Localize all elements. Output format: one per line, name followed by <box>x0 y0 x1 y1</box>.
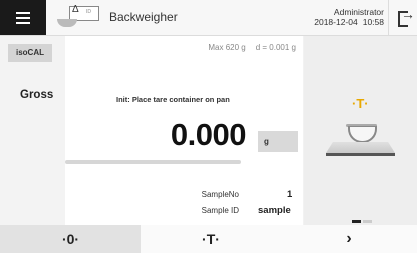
tare-container-icon <box>348 126 377 143</box>
logout-button[interactable]: → <box>388 0 417 35</box>
menu-icon-bar <box>16 17 30 19</box>
scale-base <box>326 153 395 156</box>
sample-no-label: SampleNo <box>201 190 239 199</box>
user-name: Administrator <box>333 7 384 17</box>
zero-button[interactable]: ·0· <box>0 225 141 253</box>
max-capacity: Max 620 g <box>208 43 246 52</box>
sample-id-label: Sample ID <box>201 206 239 215</box>
date-time: 2018-12-04 10:58 <box>314 17 384 27</box>
sample-id-value: sample <box>258 205 291 216</box>
tare-button[interactable]: ·T· <box>141 225 281 253</box>
left-tab-column: isoCAL <box>0 36 65 225</box>
instruction-text: Init: Place tare container on pan <box>116 95 230 104</box>
weighing-panel: Max 620 g d = 0.001 g Init: Place tare co… <box>65 36 303 225</box>
menu-icon <box>16 12 30 14</box>
bowl-glyph <box>57 19 77 27</box>
arrow-right-icon: → <box>401 6 415 22</box>
unit-button[interactable]: g <box>258 131 298 152</box>
date-label: 2018-12-04 <box>314 17 358 27</box>
next-button[interactable]: › <box>281 225 417 253</box>
weight-value: 0.000 <box>170 117 247 152</box>
scale-pan-icon <box>326 142 395 153</box>
capacity-info: Max 620 g d = 0.001 g <box>208 43 296 52</box>
user-info: Administrator 2018-12-04 10:58 <box>314 7 384 27</box>
time-label: 10:58 <box>362 17 384 27</box>
page-dot <box>363 220 372 223</box>
page-dot-active <box>352 220 361 223</box>
menu-button[interactable] <box>0 0 46 35</box>
sample-no-value: 1 <box>287 189 293 200</box>
tare-panel[interactable]: ·T· <box>304 36 417 225</box>
weight-mode-label: Gross <box>20 89 54 101</box>
softkey-bar: ·0· ·T· › <box>0 225 417 253</box>
delta-glyph: Δ <box>72 4 79 15</box>
balance-app-icon[interactable]: Δ ID <box>57 4 99 29</box>
tare-symbol: ·T· <box>352 96 369 111</box>
menu-icon-bar <box>16 22 30 24</box>
iscal-button[interactable]: isoCAL <box>8 44 52 62</box>
header-bar: Δ ID Backweigher Administrator 2018-12-0… <box>0 0 417 36</box>
weighing-app: Δ ID Backweigher Administrator 2018-12-0… <box>0 0 417 253</box>
app-title: Backweigher <box>109 10 178 24</box>
id-glyph: ID <box>86 9 91 15</box>
capacity-bar <box>65 160 241 164</box>
readability: d = 0.001 g <box>255 43 296 52</box>
